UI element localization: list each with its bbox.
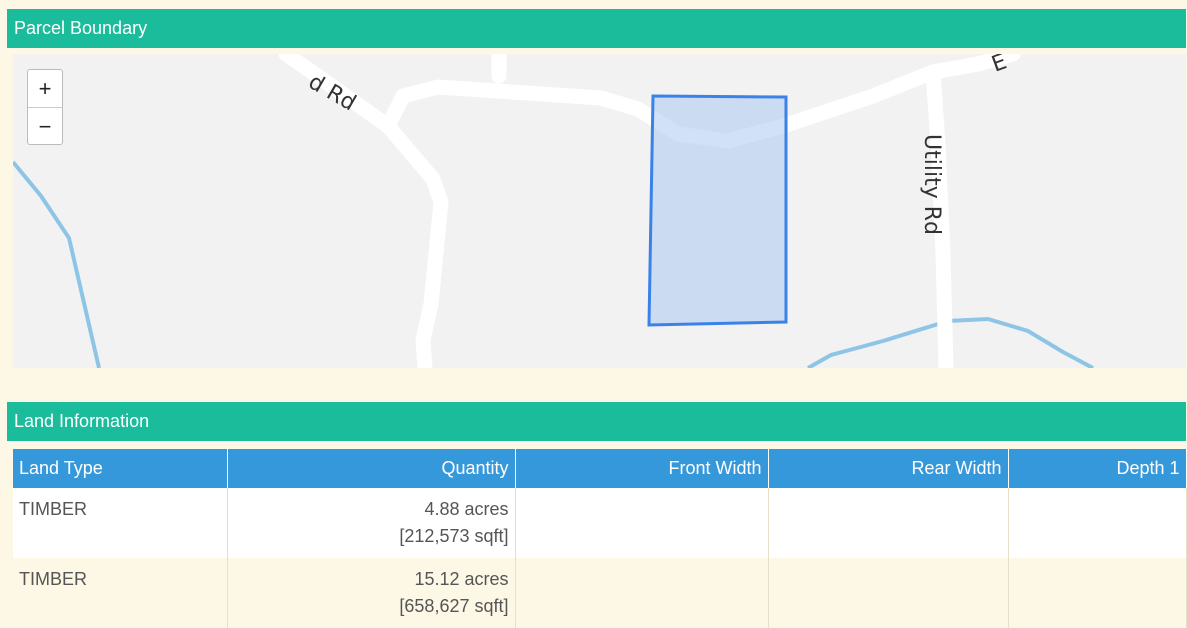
zoom-in-button[interactable]: +: [28, 70, 62, 107]
land-information-header: Land Information: [7, 402, 1186, 441]
rear-width-cell: [768, 488, 1009, 558]
land-type-cell: TIMBER: [13, 488, 228, 558]
stream-left: [13, 160, 101, 368]
quantity-sqft: [658,627 sqft]: [399, 596, 509, 616]
zoom-control: + −: [27, 69, 63, 145]
depth-1-cell: [1008, 558, 1187, 628]
quantity-sqft: [212,573 sqft]: [399, 526, 509, 546]
rear-width-cell: [768, 558, 1009, 628]
front-width-cell: [515, 488, 769, 558]
zoom-out-button[interactable]: −: [28, 107, 62, 145]
column-header-depth-1: Depth 1: [1008, 449, 1187, 488]
table-row: TIMBER 4.88 acres [212,573 sqft]: [13, 488, 1187, 558]
quantity-acres: 15.12 acres: [414, 569, 509, 589]
top-strip: [0, 0, 1187, 9]
depth-1-cell: [1008, 488, 1187, 558]
road-label-utility: Utility Rd: [919, 134, 944, 235]
table-row: TIMBER 15.12 acres [658,627 sqft]: [13, 558, 1187, 628]
land-information-title: Land Information: [14, 411, 150, 431]
column-header-land-type: Land Type: [13, 449, 228, 488]
column-header-quantity: Quantity: [227, 449, 516, 488]
parcel-map[interactable]: d Rd Utility Rd E + −: [13, 54, 1186, 368]
quantity-cell: 4.88 acres [212,573 sqft]: [227, 488, 516, 558]
land-type-cell: TIMBER: [13, 558, 228, 628]
road-left: [278, 54, 449, 368]
parcel-boundary-header: Parcel Boundary: [7, 9, 1186, 48]
parcel-polygon: [647, 94, 788, 327]
quantity-cell: 15.12 acres [658,627 sqft]: [227, 558, 516, 628]
column-header-front-width: Front Width: [515, 449, 769, 488]
table-header-row: Land Type Quantity Front Width Rear Widt…: [13, 449, 1187, 488]
parcel-boundary-title: Parcel Boundary: [14, 18, 148, 38]
map-canvas: d Rd Utility Rd E: [13, 54, 1094, 368]
quantity-acres: 4.88 acres: [424, 499, 509, 519]
land-table: Land Type Quantity Front Width Rear Widt…: [13, 449, 1187, 628]
column-header-rear-width: Rear Width: [768, 449, 1009, 488]
front-width-cell: [515, 558, 769, 628]
